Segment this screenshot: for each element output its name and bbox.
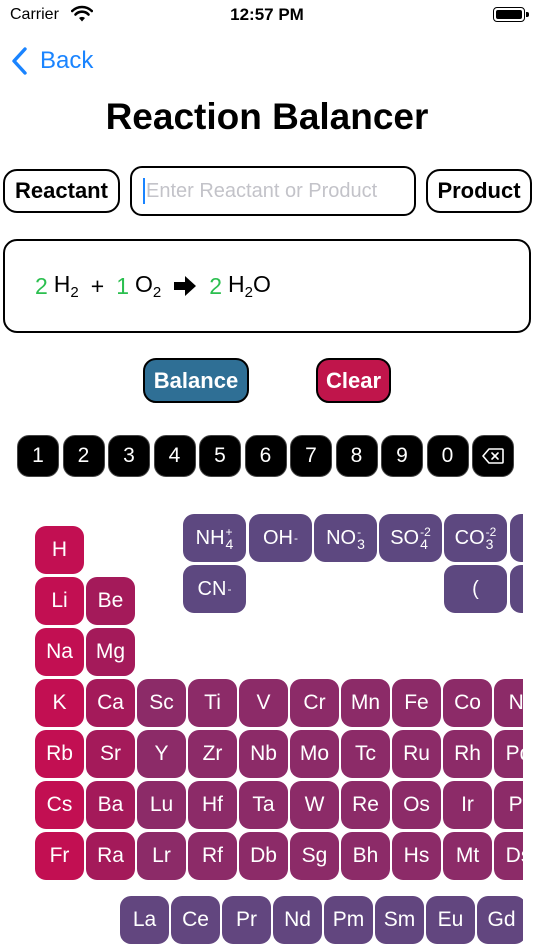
element-mg[interactable]: Mg <box>86 628 135 676</box>
ion-cyanide[interactable]: CN - <box>183 565 246 613</box>
reaction-arrow-icon <box>174 276 197 296</box>
coefficient: 1 <box>116 272 129 299</box>
element-fe[interactable]: Fe <box>392 679 441 727</box>
element-lr[interactable]: Lr <box>137 832 186 880</box>
back-button[interactable]: Back <box>10 44 93 78</box>
equation-display: 2 H2 + 1 O2 2 H2O <box>3 239 531 333</box>
element-y[interactable]: Y <box>137 730 186 778</box>
digit-keypad: 1 2 3 4 5 6 7 8 9 0 <box>17 435 518 477</box>
element-sm[interactable]: Sm <box>375 896 424 944</box>
digit-key-8[interactable]: 8 <box>335 435 378 477</box>
element-rh[interactable]: Rh <box>443 730 492 778</box>
coefficient: 2 <box>35 272 48 299</box>
element-pt[interactable]: Pt <box>494 781 523 829</box>
element-pd[interactable]: Pd <box>494 730 523 778</box>
digit-key-2[interactable]: 2 <box>62 435 105 477</box>
element-k[interactable]: K <box>35 679 84 727</box>
ion-partial[interactable] <box>510 514 523 562</box>
element-tc[interactable]: Tc <box>341 730 390 778</box>
element-ru[interactable]: Ru <box>392 730 441 778</box>
element-lu[interactable]: Lu <box>137 781 186 829</box>
element-pm[interactable]: Pm <box>324 896 373 944</box>
element-rb[interactable]: Rb <box>35 730 84 778</box>
text-cursor <box>143 178 145 204</box>
element-ce[interactable]: Ce <box>171 896 220 944</box>
digit-key-9[interactable]: 9 <box>381 435 423 477</box>
element-mo[interactable]: Mo <box>290 730 339 778</box>
digit-key-1[interactable]: 1 <box>17 435 59 477</box>
element-na[interactable]: Na <box>35 628 84 676</box>
element-la[interactable]: La <box>120 896 169 944</box>
digit-key-3[interactable]: 3 <box>108 435 150 477</box>
ion-nitrate[interactable]: NO -3 <box>314 514 377 562</box>
periodic-table: NH +4 OH - NO -3 SO -2 4 CO -2 3 CN - ( H Li Be … <box>0 510 523 950</box>
element-co[interactable]: Co <box>443 679 492 727</box>
element-cr[interactable]: Cr <box>290 679 339 727</box>
element-mn[interactable]: Mn <box>341 679 390 727</box>
element-ra[interactable]: Ra <box>86 832 135 880</box>
element-zr[interactable]: Zr <box>188 730 237 778</box>
species-entry-field[interactable] <box>130 166 416 216</box>
element-sc[interactable]: Sc <box>137 679 186 727</box>
element-bh[interactable]: Bh <box>341 832 390 880</box>
element-pr[interactable]: Pr <box>222 896 271 944</box>
element-ta[interactable]: Ta <box>239 781 288 829</box>
element-nb[interactable]: Nb <box>239 730 288 778</box>
page-title: Reaction Balancer <box>105 96 429 137</box>
chevron-left-icon <box>12 47 27 75</box>
element-w[interactable]: W <box>290 781 339 829</box>
element-nd[interactable]: Nd <box>273 896 322 944</box>
product-button[interactable]: Product <box>426 169 532 213</box>
element-hf[interactable]: Hf <box>188 781 237 829</box>
species-o2: O2 <box>135 271 162 301</box>
species-input[interactable] <box>146 179 414 203</box>
element-v[interactable]: V <box>239 679 288 727</box>
element-rf[interactable]: Rf <box>188 832 237 880</box>
clock: 12:57 PM <box>230 5 304 24</box>
element-be[interactable]: Be <box>86 577 135 625</box>
close-paren-key[interactable] <box>510 565 523 613</box>
digit-key-7[interactable]: 7 <box>290 435 332 477</box>
element-eu[interactable]: Eu <box>426 896 475 944</box>
backspace-key[interactable] <box>472 435 514 477</box>
digit-key-6[interactable]: 6 <box>244 435 287 477</box>
element-ds[interactable]: Ds <box>494 832 523 880</box>
element-gd[interactable]: Gd <box>477 896 523 944</box>
species-h2: H2 <box>53 271 79 301</box>
ion-sulfate[interactable]: SO -2 4 <box>379 514 442 562</box>
species-h2o: H2O <box>228 271 271 301</box>
element-fr[interactable]: Fr <box>35 832 84 880</box>
status-bar: Carrier 12:57 PM <box>0 0 534 30</box>
ion-hydroxide[interactable]: OH - <box>249 514 312 562</box>
digit-key-4[interactable]: 4 <box>153 435 196 477</box>
element-sr[interactable]: Sr <box>86 730 135 778</box>
ion-carbonate[interactable]: CO -2 3 <box>444 514 507 562</box>
battery-icon <box>493 7 529 22</box>
element-hs[interactable]: Hs <box>392 832 441 880</box>
element-ni[interactable]: Ni <box>494 679 523 727</box>
coefficient: 2 <box>209 272 223 299</box>
element-h[interactable]: H <box>35 526 84 574</box>
backspace-icon <box>482 448 504 464</box>
element-os[interactable]: Os <box>392 781 441 829</box>
element-ir[interactable]: Ir <box>443 781 492 829</box>
element-cs[interactable]: Cs <box>35 781 84 829</box>
element-db[interactable]: Db <box>239 832 288 880</box>
digit-key-0[interactable]: 0 <box>426 435 469 477</box>
open-paren-key[interactable]: ( <box>444 565 507 613</box>
plus-sign: + <box>90 272 105 299</box>
element-sg[interactable]: Sg <box>290 832 339 880</box>
ion-ammonium[interactable]: NH +4 <box>183 514 246 562</box>
clear-button[interactable]: Clear <box>316 358 391 403</box>
element-ca[interactable]: Ca <box>86 679 135 727</box>
element-re[interactable]: Re <box>341 781 390 829</box>
element-ti[interactable]: Ti <box>188 679 237 727</box>
element-mt[interactable]: Mt <box>443 832 492 880</box>
back-label: Back <box>40 47 94 74</box>
element-ba[interactable]: Ba <box>86 781 135 829</box>
reactant-button[interactable]: Reactant <box>3 169 120 213</box>
element-li[interactable]: Li <box>35 577 84 625</box>
balance-button[interactable]: Balance <box>143 358 249 403</box>
digit-key-5[interactable]: 5 <box>199 435 241 477</box>
